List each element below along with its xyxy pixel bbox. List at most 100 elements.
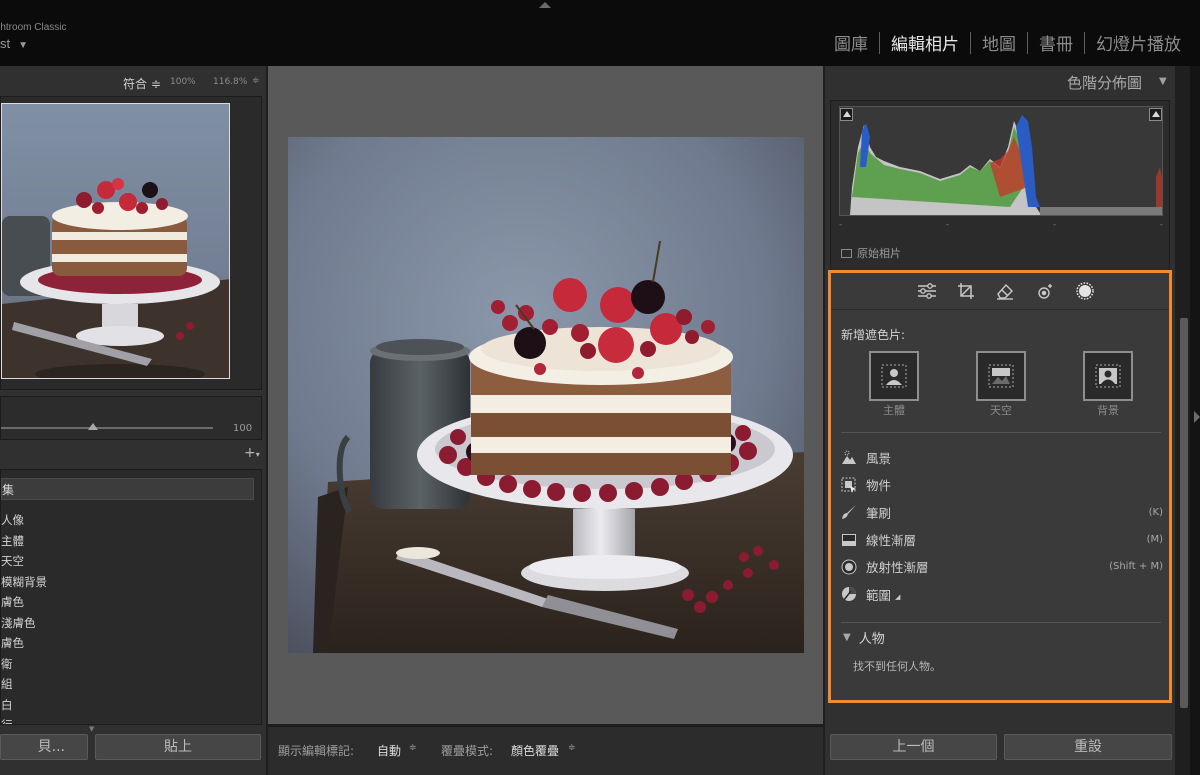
mask-tool-radial-gradient[interactable]: 放射性漸層 (Shift + M) <box>841 553 1163 580</box>
list-item[interactable]: 衛 <box>1 654 47 675</box>
divider <box>841 622 1161 623</box>
mask-tool-brush[interactable]: 筆刷 (K) <box>841 499 1163 526</box>
select-sky-button[interactable]: 天空 <box>976 351 1026 417</box>
sky-icon <box>976 351 1026 401</box>
highlight-clipping-icon[interactable] <box>1149 108 1162 121</box>
image-canvas[interactable] <box>268 66 823 724</box>
histogram-title[interactable]: 色階分佈圖 <box>1067 72 1142 93</box>
zoom-100-button[interactable]: 100% <box>170 77 196 87</box>
app-window: Lightroom Classic st ▼ 圖庫 編輯相片 地圖 書冊 幻燈片播… <box>0 0 1200 775</box>
select-background-label: 背景 <box>1097 404 1119 417</box>
mask-tool-label: 物件 <box>866 478 892 494</box>
collapse-top-panel-icon[interactable] <box>539 2 551 8</box>
module-book[interactable]: 書冊 <box>1028 30 1084 55</box>
original-photo-toggle[interactable]: 原始相片 <box>841 245 901 261</box>
red-eye-icon[interactable] <box>1035 282 1055 300</box>
collapse-right-panel-icon[interactable] <box>1194 411 1200 423</box>
people-section-header[interactable]: ▼ 人物 <box>843 628 885 647</box>
size-slider-box: 100 <box>0 396 262 440</box>
cake-thumbnail-image <box>2 104 229 378</box>
histogram-tick: - <box>1159 220 1163 230</box>
module-slideshow[interactable]: 幻燈片播放 <box>1085 30 1192 55</box>
mask-tool-label: 筆刷 <box>866 505 892 521</box>
mask-tool-linear-gradient[interactable]: 線性漸層 (M) <box>841 526 1163 553</box>
shadow-clipping-icon[interactable] <box>840 108 853 121</box>
previous-button[interactable]: 上一個 <box>830 734 997 760</box>
mask-tool-label: 放射性漸層 <box>866 560 929 576</box>
list-item[interactable]: 淺膚色 <box>1 613 47 634</box>
list-item[interactable]: 白 <box>1 695 47 716</box>
select-background-button[interactable]: 背景 <box>1083 351 1133 417</box>
mask-tool-label: 風景 <box>866 451 892 467</box>
range-icon <box>841 586 857 602</box>
original-photo-checkbox[interactable] <box>841 248 852 258</box>
catalog-selector[interactable]: st ▼ <box>0 36 28 51</box>
list-item[interactable]: 人像 <box>1 510 47 531</box>
left-panel: 符合 ≑ 100% 116.8% ≑ 100 +▾ 集 人像 主體 天空 模糊背… <box>0 66 266 775</box>
right-panel: 色階分佈圖 ▼ - - - - 原始相片 新增遮色片: 主體 天空 背景 風景 … <box>825 66 1175 775</box>
radial-gradient-icon <box>841 559 857 575</box>
collection-filter-input[interactable]: 集 <box>1 478 254 500</box>
disclosure-triangle-icon[interactable]: ▼ <box>843 632 851 643</box>
subject-icon <box>869 351 919 401</box>
show-edit-pins-select[interactable]: 自動 <box>377 742 401 759</box>
size-slider-handle[interactable] <box>88 423 98 430</box>
collections-header: +▾ <box>0 445 262 469</box>
zoom-fit-button[interactable]: 符合 ≑ <box>123 75 161 92</box>
list-item[interactable]: 天空 <box>1 551 47 572</box>
no-people-message: 找不到任何人物。 <box>853 660 941 673</box>
collections-panel: 集 人像 主體 天空 模糊背景 膚色 淺膚色 膚色 衛 組 白 行 <box>0 469 262 725</box>
overlay-mode-select[interactable]: 顏色覆疊 <box>511 742 559 759</box>
paste-settings-button[interactable]: 貼上 <box>95 734 261 760</box>
edit-sliders-icon[interactable] <box>917 282 937 300</box>
navigator-preview <box>0 96 262 390</box>
expand-triangle-icon[interactable]: ◢ <box>895 593 900 601</box>
chevron-down-icon[interactable]: ▼ <box>1159 76 1167 87</box>
mask-tool-landscape[interactable]: 風景 <box>841 444 1163 471</box>
panel-resize-icon[interactable]: ▼ <box>89 725 94 733</box>
select-subject-button[interactable]: 主體 <box>869 351 919 417</box>
zoom-caret-icon[interactable]: ≑ <box>252 76 260 86</box>
crop-icon[interactable] <box>957 282 975 300</box>
main-photo[interactable] <box>288 137 804 653</box>
histogram-tick: - <box>1052 220 1057 230</box>
mask-tool-list: 風景 物件 筆刷 (K) 線性漸層 (M) 放射性漸層 (Shift + M) … <box>841 444 1163 608</box>
show-edit-pins-label: 顯示編輯標記: <box>278 744 355 758</box>
overlay-mode-label: 覆疊模式: <box>441 744 494 758</box>
select-subject-label: 主體 <box>883 404 905 417</box>
right-panel-scrollbar[interactable] <box>1180 318 1188 708</box>
add-collection-icon[interactable]: +▾ <box>244 445 260 461</box>
navigator-thumbnail[interactable] <box>1 103 230 379</box>
original-photo-label: 原始相片 <box>857 247 901 260</box>
list-item[interactable]: 模糊背景 <box>1 572 47 593</box>
chevron-updown-icon[interactable]: ≑ <box>409 743 417 753</box>
reset-button[interactable]: 重設 <box>1004 734 1172 760</box>
module-map[interactable]: 地圖 <box>971 30 1027 55</box>
module-library[interactable]: 圖庫 <box>823 30 879 55</box>
healing-eraser-icon[interactable] <box>995 282 1015 300</box>
list-item[interactable]: 膚色 <box>1 592 47 613</box>
mask-tool-range[interactable]: 範圍 ◢ <box>841 580 1163 607</box>
quick-mask-buttons: 主體 天空 背景 <box>869 351 1134 417</box>
histogram-chart[interactable] <box>839 106 1163 216</box>
divider <box>841 432 1161 433</box>
list-item[interactable]: 膚色 <box>1 633 47 654</box>
masking-panel: 新增遮色片: 主體 天空 背景 風景 物件 筆刷 (K) 線性漸層 (M) 放射… <box>830 271 1171 702</box>
catalog-name: st <box>0 36 11 51</box>
list-item[interactable]: 行 <box>1 715 47 724</box>
size-slider-track[interactable] <box>1 427 213 429</box>
copy-settings-button[interactable]: 貝... <box>0 734 88 760</box>
list-item[interactable]: 組 <box>1 674 47 695</box>
masking-icon[interactable] <box>1075 281 1095 301</box>
chevron-updown-icon[interactable]: ≑ <box>568 743 576 753</box>
list-item[interactable]: 主體 <box>1 531 47 552</box>
background-icon <box>1083 351 1133 401</box>
mask-tool-object[interactable]: 物件 <box>841 471 1163 498</box>
module-picker: 圖庫 編輯相片 地圖 書冊 幻燈片播放 <box>823 30 1192 55</box>
module-develop[interactable]: 編輯相片 <box>880 30 970 55</box>
people-heading: 人物 <box>858 632 885 647</box>
size-slider-value: 100 <box>233 423 253 434</box>
zoom-custom-button[interactable]: 116.8% <box>213 77 247 87</box>
histogram-graph <box>850 115 1162 215</box>
top-bar: Lightroom Classic st ▼ 圖庫 編輯相片 地圖 書冊 幻燈片播… <box>0 0 1200 66</box>
